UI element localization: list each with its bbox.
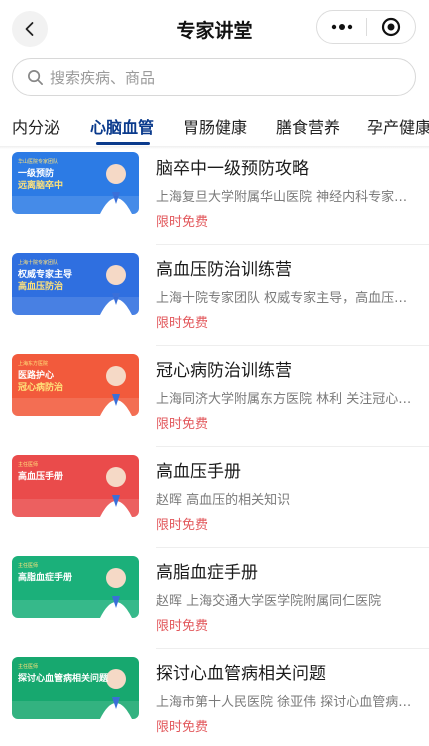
search-placeholder: 搜索疾病、商品 [50, 68, 156, 87]
thumbnail-graphic: 上海十院专家团队权威专家主导高血压防治 [12, 253, 139, 315]
tab-gastrointestinal[interactable]: 胃肠健康 [183, 114, 247, 138]
course-description: 上海市第十人民医院 徐亚伟 探讨心血管病… [156, 695, 412, 710]
course-title: 高脂血症手册 [156, 563, 258, 583]
close-mini-program-button[interactable] [367, 11, 415, 43]
list-divider [156, 446, 429, 447]
course-description: 上海同济大学附属东方医院 林利 关注冠心… [156, 392, 412, 407]
course-description: 上海十院专家团队 权威专家主导，高血压… [156, 291, 408, 306]
course-description: 上海复旦大学附属华山医院 神经内科专家… [156, 190, 408, 205]
list-item[interactable]: 华山医院专家团队 一级预防 远离脑卒中 脑卒中一级预防攻略 上海复旦大学附属华山医院 神… [0, 150, 429, 250]
course-title: 探讨心血管病相关问题 [156, 664, 326, 684]
search-input[interactable]: 搜索疾病、商品 [12, 58, 416, 96]
svg-text:冠心病防治: 冠心病防治 [18, 381, 63, 393]
svg-text:主任医师: 主任医师 [18, 663, 38, 670]
list-divider [156, 547, 429, 548]
svg-text:医路护心: 医路护心 [18, 369, 54, 381]
thumbnail-graphic: 主任医师探讨心血管病相关问题 [12, 657, 139, 719]
course-title: 高血压手册 [156, 462, 241, 482]
list-item[interactable]: 上海十院专家团队 权威专家主导 高血压防治 高血压防治训练营 上海十院专家团队 权威专家… [0, 251, 429, 351]
price-tag: 限时免费 [156, 619, 209, 634]
price-tag: 限时免费 [156, 518, 209, 533]
svg-text:一级预防: 一级预防 [18, 167, 54, 179]
svg-text:主任医师: 主任医师 [18, 562, 38, 569]
tabs-divider [0, 146, 429, 149]
more-dots-icon [331, 24, 352, 30]
svg-text:高脂血症手册: 高脂血症手册 [18, 571, 72, 583]
list-item[interactable]: 主任医师 高血压手册 高血压手册 赵晖 高血压的相关知识 限时免费 [0, 453, 429, 553]
price-tag: 限时免费 [156, 316, 209, 331]
tab-endocrine[interactable]: 内分泌 [12, 114, 60, 138]
price-tag: 限时免费 [156, 417, 209, 432]
active-tab-indicator [96, 142, 150, 145]
price-tag: 限时免费 [156, 720, 209, 735]
svg-text:主任医师: 主任医师 [18, 461, 38, 468]
course-thumbnail: 主任医师高脂血症手册 [12, 556, 139, 618]
svg-text:华山医院专家团队: 华山医院专家团队 [18, 158, 58, 165]
list-item[interactable]: 主任医师 高脂血症手册 高脂血症手册 赵晖 上海交通大学医学院附属同仁医院 限时免费 [0, 554, 429, 654]
course-title: 冠心病防治训练营 [156, 361, 292, 381]
top-bar: 专家讲堂 [0, 0, 429, 56]
tab-pregnancy-health[interactable]: 孕产健康 [367, 114, 429, 138]
thumbnail-graphic: 华山医院专家团队一级预防远离脑卒中 [12, 152, 139, 214]
svg-text:远离脑卒中: 远离脑卒中 [18, 179, 63, 191]
course-description: 赵晖 高血压的相关知识 [156, 493, 291, 508]
mini-program-capsule [316, 10, 416, 44]
tab-dietary-nutrition[interactable]: 膳食营养 [276, 114, 340, 138]
price-tag: 限时免费 [156, 215, 209, 230]
thumbnail-graphic: 主任医师高血压手册 [12, 455, 139, 517]
more-button[interactable] [317, 11, 366, 43]
course-thumbnail: 主任医师 高血压手册 [12, 455, 139, 517]
svg-text:上海东方医院: 上海东方医院 [18, 360, 48, 367]
thumbnail-graphic: 主任医师高脂血症手册 [12, 556, 139, 618]
course-thumbnail: 主任医师探讨心血管病相关问题 [12, 657, 139, 719]
category-tabs: 内分泌 心脑血管 胃肠健康 膳食营养 孕产健康 [0, 104, 429, 146]
course-thumbnail: 华山医院专家团队一级预防 远离脑卒中 [12, 152, 139, 214]
course-title: 脑卒中一级预防攻略 [156, 159, 309, 179]
course-thumbnail: 上海十院专家团队权威专家主导 高血压防治 [12, 253, 139, 315]
list-divider [156, 244, 429, 245]
target-circle-icon [381, 17, 401, 37]
list-item[interactable]: 上海东方医院 医路护心 冠心病防治 冠心病防治训练营 上海同济大学附属东方医院 林利 关… [0, 352, 429, 452]
svg-text:高血压手册: 高血压手册 [18, 470, 63, 482]
search-icon [28, 69, 43, 85]
course-title: 高血压防治训练营 [156, 260, 292, 280]
list-divider [156, 648, 429, 649]
course-thumbnail: 上海东方医院医路护心 冠心病防治 [12, 354, 139, 416]
list-item[interactable]: 主任医师 探讨心血管病相关问题 探讨心血管病相关问题 上海市第十人民医院 徐亚伟 探讨… [0, 655, 429, 746]
thumbnail-graphic: 上海东方医院医路护心冠心病防治 [12, 354, 139, 416]
tab-cardio-cerebrovascular[interactable]: 心脑血管 [90, 114, 154, 138]
list-divider [156, 345, 429, 346]
svg-text:上海十院专家团队: 上海十院专家团队 [18, 259, 58, 266]
svg-text:高血压防治: 高血压防治 [18, 280, 63, 292]
course-description: 赵晖 上海交通大学医学院附属同仁医院 [156, 594, 382, 609]
svg-text:权威专家主导: 权威专家主导 [17, 268, 72, 280]
svg-text:探讨心血管病相关问题: 探讨心血管病相关问题 [18, 672, 109, 684]
